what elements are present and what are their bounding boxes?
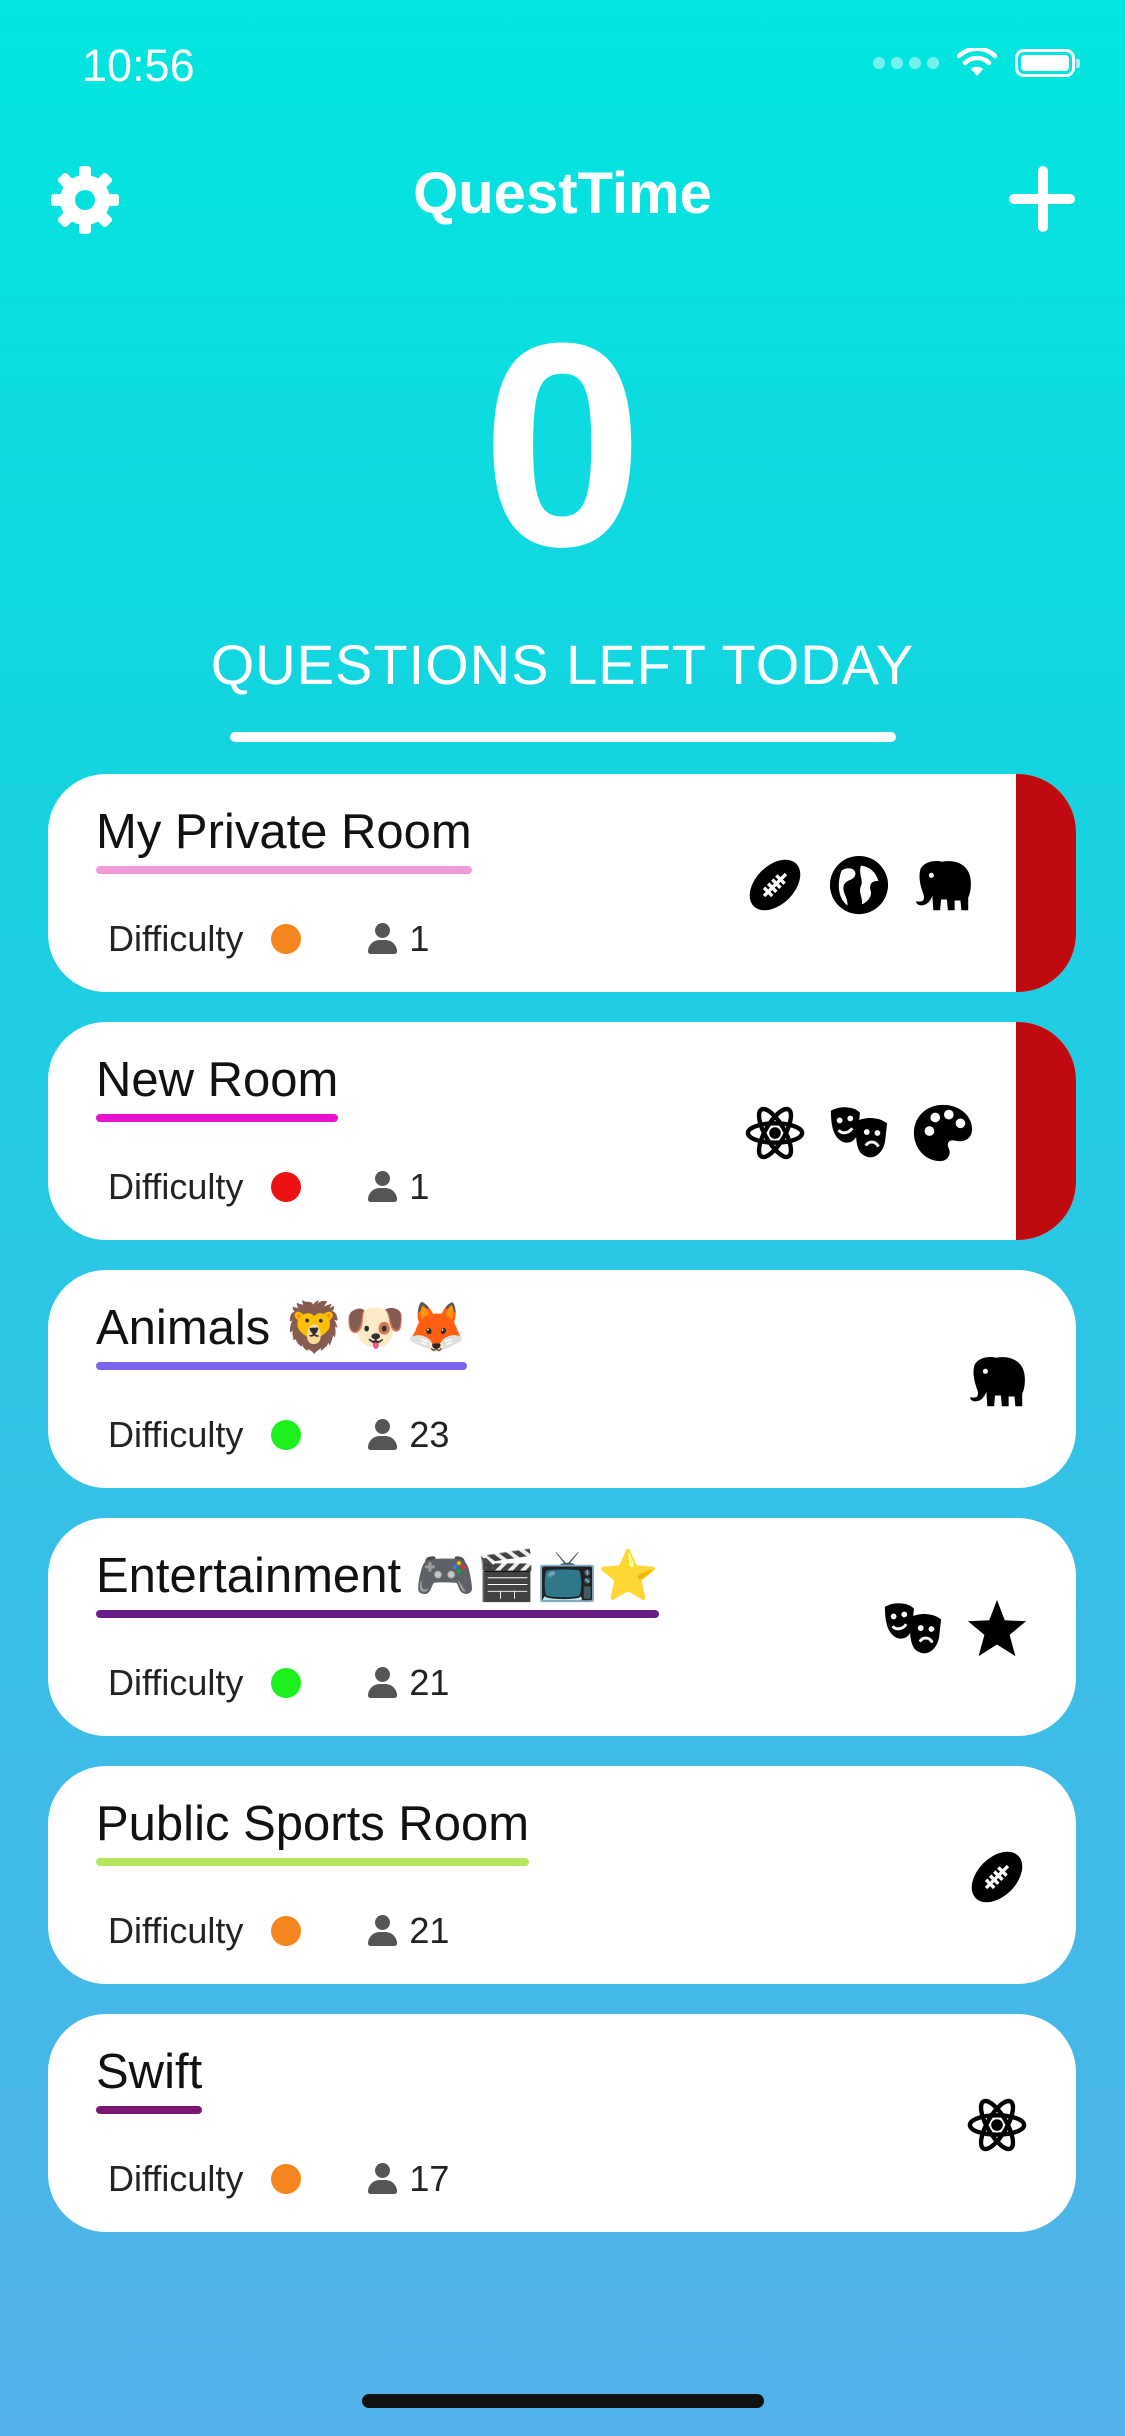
- room-name: Public Sports Room: [96, 1797, 530, 1851]
- category-icons: [966, 2094, 1028, 2156]
- room-card[interactable]: Entertainment 🎮🎬📺⭐ Difficulty 21: [48, 1518, 1076, 1736]
- room-status-accent: [1016, 774, 1076, 992]
- person-icon: [367, 1419, 398, 1451]
- difficulty-indicator: [271, 2164, 302, 2194]
- room-card[interactable]: Animals 🦁🐶🦊 Difficulty 23: [48, 1270, 1076, 1488]
- room-meta: Difficulty 23: [108, 1414, 449, 1456]
- difficulty-indicator: [271, 1172, 302, 1202]
- add-room-button[interactable]: [1009, 166, 1075, 232]
- category-icons: [966, 1846, 1028, 1908]
- room-name-underline: [96, 1858, 530, 1866]
- status-icons: [873, 48, 1080, 78]
- theater-masks-icon: [882, 1598, 944, 1660]
- football-icon: [966, 1846, 1028, 1908]
- room-card[interactable]: New Room Difficulty 1: [48, 1022, 1076, 1240]
- category-icons: [744, 854, 974, 916]
- category-icons: [882, 1598, 1028, 1660]
- globe-icon: [828, 854, 890, 916]
- theater-masks-icon: [828, 1102, 890, 1164]
- difficulty-label: Difficulty: [108, 2158, 244, 2199]
- member-count: 1: [409, 918, 430, 959]
- room-name-underline: [96, 1362, 467, 1370]
- room-meta: Difficulty 1: [108, 918, 429, 960]
- questions-left-count: 0: [481, 283, 644, 607]
- room-name-underline: [96, 866, 472, 874]
- elephant-icon: [966, 1350, 1028, 1412]
- category-icons: [744, 1102, 974, 1164]
- difficulty-indicator: [271, 924, 302, 954]
- member-count: 23: [409, 1414, 450, 1455]
- person-icon: [367, 2163, 398, 2195]
- room-name: My Private Room: [96, 805, 472, 859]
- person-icon: [367, 1915, 398, 1947]
- room-card[interactable]: My Private Room Difficulty 1: [48, 774, 1076, 992]
- difficulty-label: Difficulty: [108, 1662, 244, 1703]
- room-card[interactable]: Public Sports Room Difficulty 21: [48, 1766, 1076, 1984]
- room-card[interactable]: Swift Difficulty 17: [48, 2014, 1076, 2232]
- palette-icon: [912, 1102, 974, 1164]
- person-icon: [367, 923, 398, 955]
- status-time: 10:56: [82, 40, 195, 91]
- battery-icon: [1015, 49, 1080, 77]
- atom-icon: [966, 2094, 1028, 2156]
- elephant-icon: [912, 854, 974, 916]
- star-icon: [966, 1598, 1028, 1660]
- room-name: Animals 🦁🐶🦊: [96, 1301, 467, 1355]
- room-meta: Difficulty 17: [108, 2158, 449, 2200]
- person-icon: [367, 1171, 398, 1203]
- room-meta: Difficulty 21: [108, 1662, 449, 1704]
- atom-icon: [744, 1102, 806, 1164]
- person-icon: [367, 1667, 398, 1699]
- member-count: 17: [409, 2158, 450, 2199]
- room-name-underline: [96, 1610, 659, 1618]
- room-name: New Room: [96, 1053, 339, 1107]
- difficulty-indicator: [271, 1420, 302, 1450]
- room-status-accent: [1016, 1022, 1076, 1240]
- room-meta: Difficulty 1: [108, 1166, 429, 1208]
- wifi-icon: [957, 48, 997, 76]
- home-indicator: [362, 2394, 764, 2408]
- difficulty-label: Difficulty: [108, 1910, 244, 1951]
- difficulty-label: Difficulty: [108, 918, 244, 959]
- difficulty-label: Difficulty: [108, 1414, 244, 1455]
- member-count: 21: [409, 1662, 450, 1703]
- room-name: Swift: [96, 2045, 203, 2099]
- questions-left-label: QUESTIONS LEFT TODAY: [210, 633, 915, 696]
- room-meta: Difficulty 21: [108, 1910, 449, 1952]
- difficulty-indicator: [271, 1916, 302, 1946]
- app-title: QuestTime: [413, 161, 712, 226]
- room-name-underline: [96, 1114, 339, 1122]
- difficulty-label: Difficulty: [108, 1166, 244, 1207]
- room-name: Entertainment 🎮🎬📺⭐: [96, 1549, 659, 1603]
- room-name-underline: [96, 2106, 203, 2114]
- difficulty-indicator: [271, 1668, 302, 1698]
- member-count: 21: [409, 1910, 450, 1951]
- cellular-signal-icon: [873, 57, 939, 69]
- category-icons: [966, 1350, 1028, 1412]
- member-count: 1: [409, 1166, 430, 1207]
- room-list: My Private Room Difficulty 1 New Room Di…: [48, 774, 1076, 2262]
- football-icon: [744, 854, 806, 916]
- header-divider: [230, 732, 896, 742]
